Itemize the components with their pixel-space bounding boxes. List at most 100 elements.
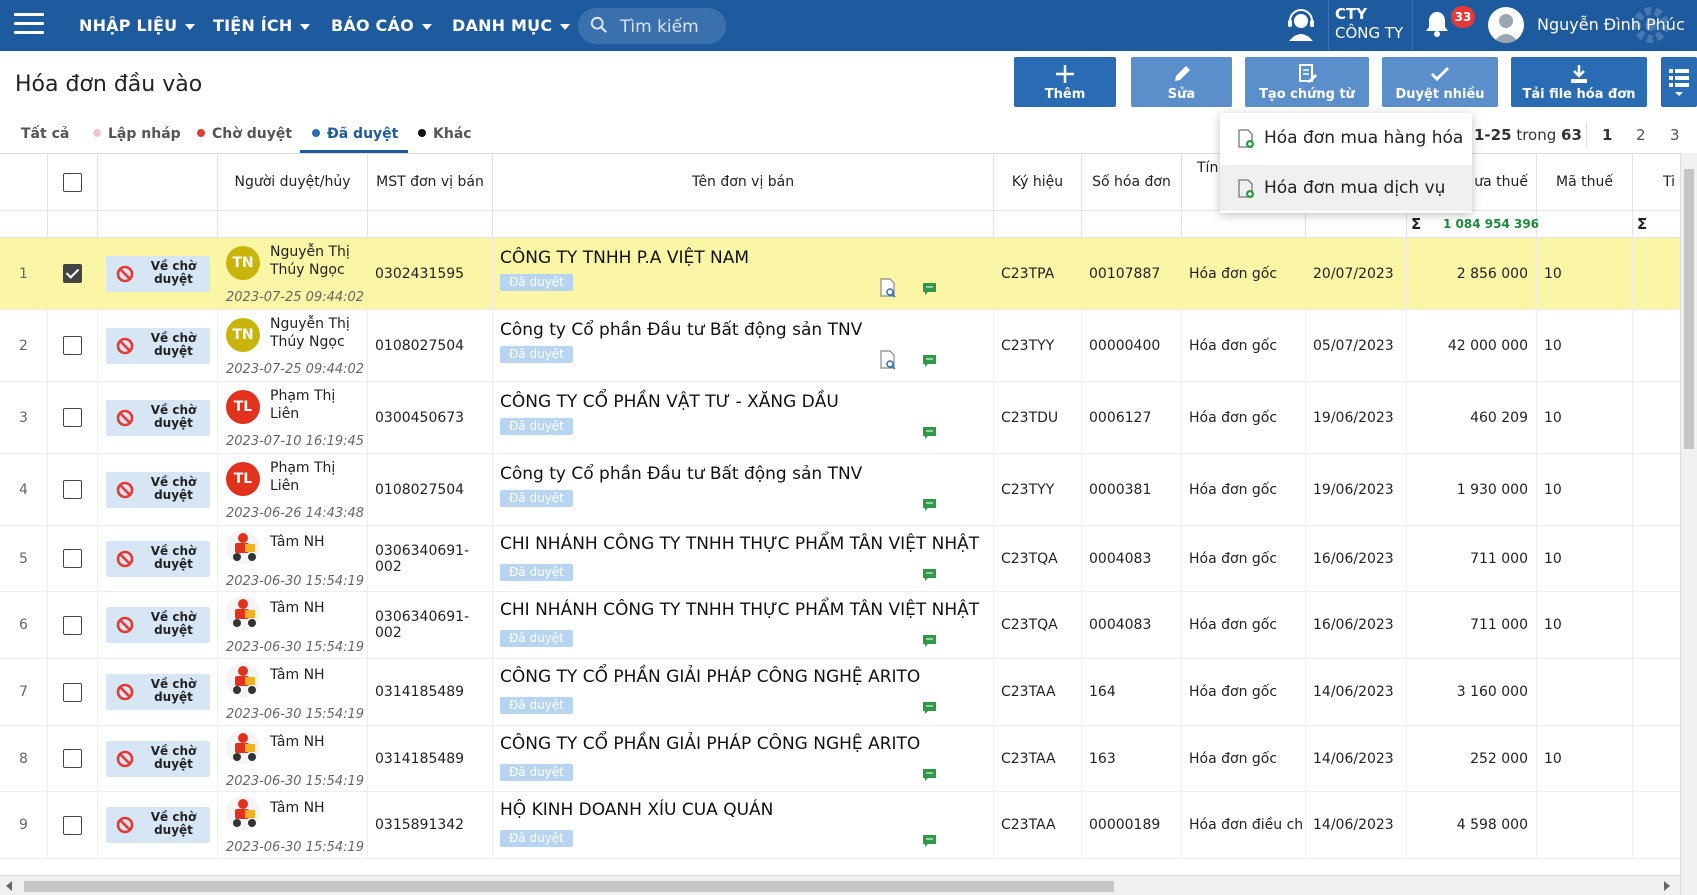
filter-cell[interactable] (1306, 211, 1407, 238)
ban-icon (116, 409, 133, 426)
add-button[interactable]: Thêm (1014, 57, 1116, 107)
header-select-all[interactable] (48, 154, 98, 210)
header-tax-rate[interactable]: Mã thuế (1537, 154, 1633, 210)
row-checkbox[interactable] (63, 749, 82, 768)
more-cell (1633, 310, 1680, 381)
download-invoice-button[interactable]: Tải file hóa đơn (1511, 57, 1647, 107)
nav-menu-bao-cao[interactable]: BÁO CÁO (331, 16, 432, 35)
page-1-link[interactable]: 1 (1602, 126, 1612, 144)
table-row[interactable]: 6 Về chờ duyệt Tâm NH 2023-06-30 15:54:19… (0, 592, 1680, 659)
table-row[interactable]: 1 Về chờ duyệt TN Nguyễn Thị Thúy Ngọc 202… (0, 238, 1680, 310)
edit-button[interactable]: Sửa (1131, 57, 1232, 107)
row-select-cell[interactable] (48, 454, 98, 525)
scroll-thumb[interactable] (1684, 169, 1694, 449)
row-checkbox[interactable] (63, 480, 82, 499)
row-checkbox[interactable] (63, 336, 82, 355)
vertical-scrollbar[interactable] (1680, 153, 1697, 895)
comment-icon[interactable] (922, 282, 937, 296)
return-to-pending-button[interactable]: Về chờ duyệt (105, 674, 210, 710)
nav-menu-danh-muc[interactable]: DANH MỤC (452, 16, 571, 35)
comment-icon[interactable] (922, 354, 937, 368)
comment-icon[interactable] (922, 426, 937, 440)
tab-draft[interactable]: Lập nháp (93, 126, 181, 142)
row-checkbox[interactable] (63, 615, 82, 635)
menu-item-service-invoice[interactable]: Hóa đơn mua dịch vụ (1220, 165, 1472, 211)
row-select-cell[interactable] (48, 310, 98, 381)
menu-icon[interactable] (14, 13, 44, 37)
row-select-cell[interactable] (48, 792, 98, 858)
return-to-pending-button[interactable]: Về chờ duyệt (105, 471, 210, 508)
filter-cell[interactable] (1537, 211, 1633, 238)
tab-pending[interactable]: Chờ duyệt (197, 126, 292, 142)
return-to-pending-button[interactable]: Về chờ duyệt (105, 607, 210, 643)
table-row[interactable]: 9 Về chờ duyệt Tâm NH 2023-06-30 15:54:19… (0, 792, 1680, 859)
header-approver[interactable]: Người duyệt/hủy (218, 154, 368, 210)
row-checkbox[interactable] (63, 682, 82, 702)
row-checkbox[interactable] (63, 549, 82, 568)
comment-icon[interactable] (922, 498, 937, 512)
row-select-cell[interactable] (48, 726, 98, 791)
tab-approved[interactable]: Đã duyệt (312, 126, 398, 142)
return-to-pending-button[interactable]: Về chờ duyệt (105, 807, 210, 843)
row-checkbox[interactable] (63, 408, 82, 427)
nav-menu-nhap-lieu[interactable]: NHẬP LIỆU (79, 16, 196, 35)
header-tax-code[interactable]: MST đơn vị bán (368, 154, 493, 210)
filter-cell[interactable] (368, 211, 493, 238)
filter-cell[interactable] (994, 211, 1082, 238)
return-to-pending-button[interactable]: Về chờ duyệt (105, 327, 210, 364)
comment-icon[interactable] (922, 768, 937, 782)
comment-icon[interactable] (922, 568, 937, 582)
horizontal-scrollbar[interactable] (0, 875, 1680, 895)
comment-icon[interactable] (922, 634, 937, 648)
table-row[interactable]: 4 Về chờ duyệt TL Phạm Thị Liên 2023-06-26… (0, 454, 1680, 526)
support-agent-icon[interactable] (1284, 8, 1318, 42)
list-icon (1669, 69, 1689, 96)
company-selector[interactable]: CTY CÔNG TY (1335, 5, 1403, 43)
filter-cell[interactable] (1082, 211, 1182, 238)
page-3-link[interactable]: 3 (1670, 126, 1680, 144)
return-label-line-1: Về chờ (150, 610, 197, 624)
menu-item-goods-invoice[interactable]: Hóa đơn mua hàng hóa (1220, 115, 1472, 161)
return-to-pending-button[interactable]: Về chờ duyệt (105, 540, 210, 577)
column-menu-button[interactable] (1661, 57, 1697, 107)
row-select-cell[interactable] (48, 238, 98, 309)
filter-cell[interactable] (493, 211, 994, 238)
page-2-link[interactable]: 2 (1636, 126, 1646, 144)
return-to-pending-button[interactable]: Về chờ duyệt (105, 740, 210, 777)
row-select-cell[interactable] (48, 592, 98, 658)
select-all-checkbox[interactable] (63, 172, 82, 192)
bell-icon[interactable] (1422, 9, 1452, 39)
create-voucher-button[interactable]: Tạo chứng từ (1245, 57, 1369, 107)
row-checkbox[interactable] (63, 264, 82, 283)
comment-icon[interactable] (922, 701, 937, 715)
filter-cell[interactable] (218, 211, 368, 238)
table-row[interactable]: 7 Về chờ duyệt Tâm NH 2023-06-30 15:54:19… (0, 659, 1680, 726)
table-row[interactable]: 8 Về chờ duyệt Tâm NH 2023-06-30 15:54:19… (0, 726, 1680, 792)
tab-other[interactable]: Khác (418, 126, 472, 142)
row-select-cell[interactable] (48, 382, 98, 453)
header-vendor[interactable]: Tên đơn vị bán (493, 154, 994, 210)
scroll-left-icon[interactable] (6, 881, 12, 891)
row-checkbox[interactable] (63, 815, 82, 835)
document-search-icon[interactable] (879, 278, 897, 298)
scroll-thumb[interactable] (24, 881, 1114, 892)
tab-all[interactable]: Tất cả (21, 126, 69, 142)
row-select-cell[interactable] (48, 526, 98, 591)
table-row[interactable]: 2 Về chờ duyệt TN Nguyễn Thị Thúy Ngọc 202… (0, 310, 1680, 382)
return-to-pending-button[interactable]: Về chờ duyệt (105, 255, 210, 292)
scroll-right-icon[interactable] (1664, 881, 1670, 891)
header-invoice-no[interactable]: Số hóa đơn (1082, 154, 1182, 210)
row-select-cell[interactable] (48, 659, 98, 725)
table-row[interactable]: 5 Về chờ duyệt Tâm NH 2023-06-30 15:54:19… (0, 526, 1680, 592)
comment-icon[interactable] (922, 834, 937, 848)
table-row[interactable]: 3 Về chờ duyệt TL Phạm Thị Liên 2023-07-10… (0, 382, 1680, 454)
header-symbol[interactable]: Ký hiệu (994, 154, 1082, 210)
header-more[interactable]: Ti (1633, 154, 1680, 210)
approve-many-button[interactable]: Duyệt nhiều (1382, 57, 1498, 107)
search-input[interactable]: Tìm kiếm (578, 8, 726, 44)
nav-menu-tien-ich[interactable]: TIỆN ÍCH (213, 16, 311, 35)
user-avatar[interactable] (1488, 7, 1524, 43)
filter-cell[interactable] (1182, 211, 1306, 238)
return-to-pending-button[interactable]: Về chờ duyệt (105, 399, 210, 436)
document-search-icon[interactable] (879, 350, 897, 370)
